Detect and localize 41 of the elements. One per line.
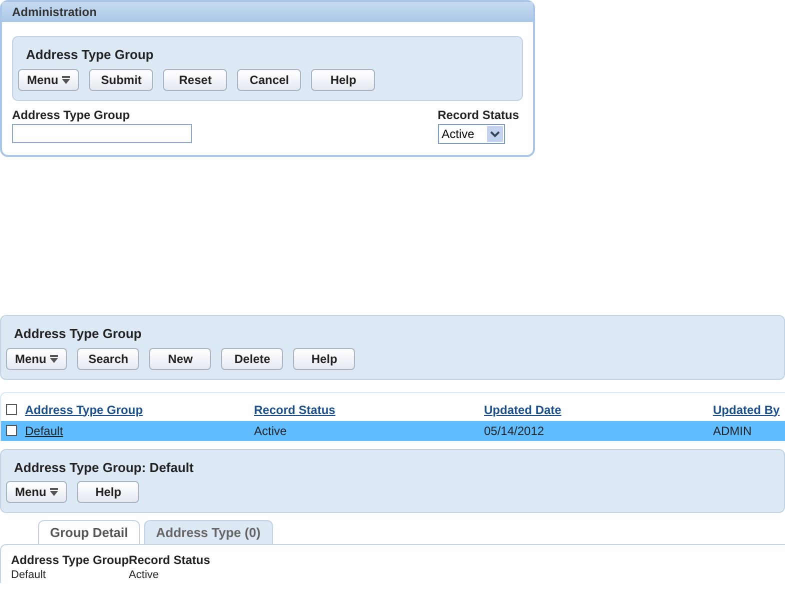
input-field[interactable] bbox=[12, 124, 192, 142]
tab[interactable]: Group Detail bbox=[38, 520, 140, 544]
toolbar-button[interactable]: Search bbox=[77, 348, 140, 370]
panel-title: Address Type Group bbox=[14, 325, 143, 343]
detail-value: Default bbox=[11, 568, 47, 583]
caret-icon bbox=[50, 488, 58, 496]
toolbar-button[interactable]: New bbox=[149, 348, 212, 370]
toolbar-button[interactable]: Submit bbox=[89, 68, 154, 90]
panel-header: Administration bbox=[2, 2, 533, 22]
menu-button[interactable]: Menu bbox=[6, 348, 68, 370]
menu-button[interactable]: Menu bbox=[18, 68, 80, 90]
status-dropdown[interactable]: Active bbox=[438, 124, 505, 144]
detail-value: Active bbox=[128, 568, 160, 583]
toolbar-button[interactable]: Help bbox=[293, 348, 356, 370]
caret-icon bbox=[50, 354, 58, 362]
toolbar-button[interactable]: Reset bbox=[163, 68, 228, 90]
field-label: Record Status bbox=[438, 106, 519, 124]
table-row[interactable]: Default Active 05/14/2012 ADMIN bbox=[1, 420, 785, 440]
record-link[interactable]: Default bbox=[25, 422, 254, 440]
column-header-link[interactable]: Record Status bbox=[254, 400, 484, 418]
panel-title: Address Type Group: Default bbox=[14, 458, 195, 477]
detail-label: Address Type Group bbox=[11, 553, 129, 568]
caret-icon bbox=[62, 76, 70, 84]
checkbox[interactable] bbox=[6, 425, 17, 436]
column-header-link[interactable]: Address Type Group bbox=[25, 400, 254, 418]
column-header-link[interactable]: Updated By bbox=[713, 400, 780, 418]
toolbar-button[interactable]: Delete bbox=[221, 348, 284, 370]
column-header-link[interactable]: Updated Date bbox=[484, 400, 713, 418]
table-cell-text: Active bbox=[254, 422, 288, 440]
table-cell-text: 05/14/2012 bbox=[484, 422, 546, 440]
toolbar-button[interactable]: Help bbox=[311, 68, 376, 90]
table-cell-text: ADMIN bbox=[713, 422, 752, 440]
chevron-down-icon bbox=[486, 126, 503, 142]
panel-title: Address Type Group bbox=[26, 46, 155, 64]
menu-button[interactable]: Menu bbox=[6, 481, 68, 503]
field-label: Address Type Group bbox=[12, 106, 131, 124]
toolbar-button[interactable]: Cancel bbox=[237, 68, 302, 90]
toolbar-button[interactable]: Help bbox=[77, 481, 140, 503]
tab[interactable]: Address Type (0) bbox=[144, 520, 273, 544]
checkbox[interactable] bbox=[6, 404, 17, 415]
detail-label: Record Status bbox=[128, 553, 210, 568]
